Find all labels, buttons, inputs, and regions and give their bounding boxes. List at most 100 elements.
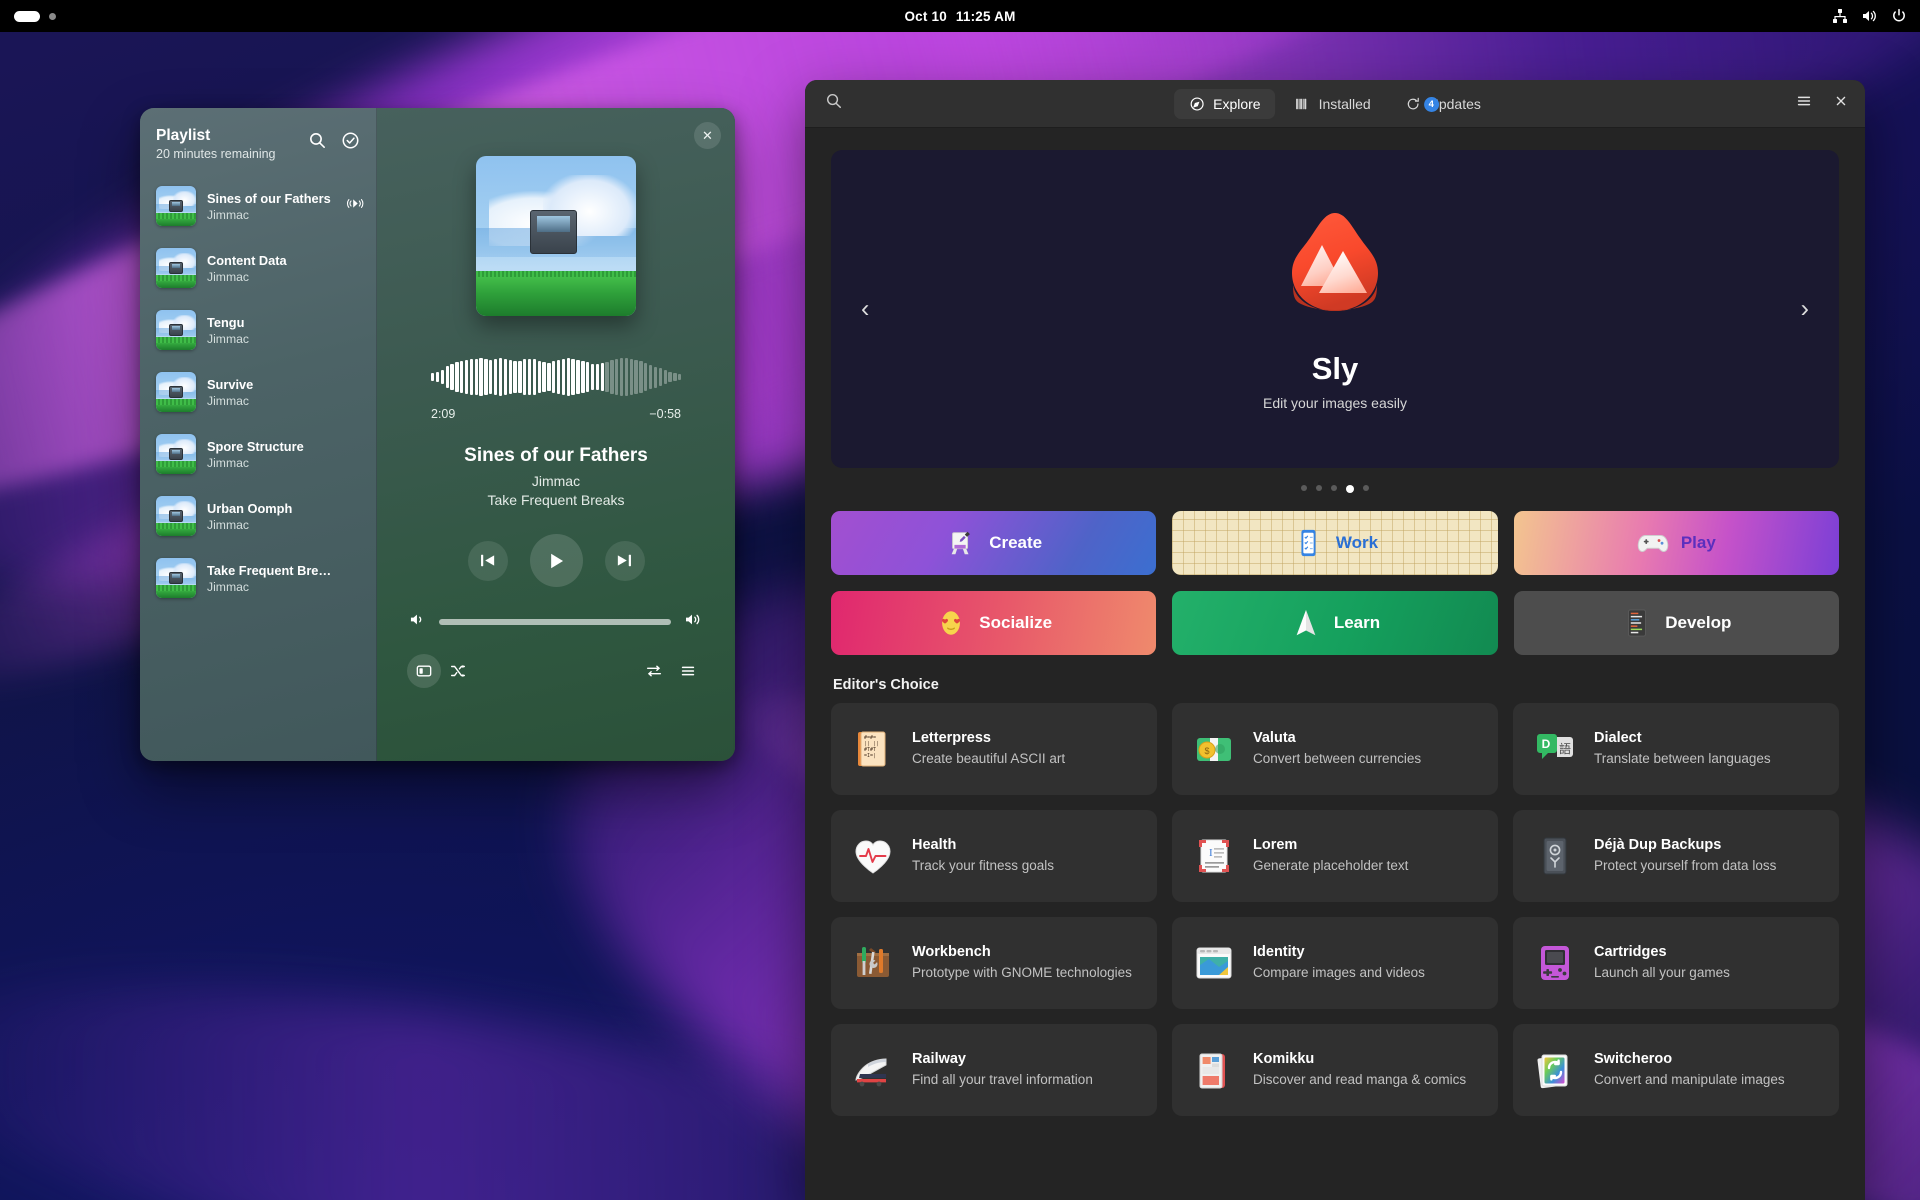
app-card[interactable]: Workbench Prototype with GNOME technologi… — [831, 917, 1157, 1009]
category-learn[interactable]: Learn — [1172, 591, 1498, 655]
track-artist: Jimmac — [207, 331, 249, 346]
system-status-area[interactable] — [1832, 8, 1907, 24]
banner-dot[interactable] — [1316, 485, 1322, 491]
app-description: Generate placeholder text — [1253, 858, 1409, 874]
repeat-button[interactable] — [637, 654, 671, 688]
svg-text:$: $ — [1204, 746, 1209, 756]
workspace-dot-icon[interactable] — [49, 12, 56, 20]
tab-label: Explore — [1213, 95, 1261, 112]
volume-icon[interactable] — [1861, 8, 1878, 24]
banner-dot[interactable] — [1331, 485, 1337, 491]
tab-updates[interactable]: 4 Updates — [1390, 89, 1496, 119]
playlist-track-list[interactable]: Sines of our Fathers Jimmac Content Data Ji… — [140, 175, 376, 609]
banner-pagination-dots[interactable] — [831, 485, 1839, 493]
tab-installed[interactable]: Installed — [1280, 89, 1386, 119]
playlist-item[interactable]: Survive Jimmac — [140, 361, 376, 423]
tab-explore[interactable]: Explore — [1174, 88, 1276, 119]
category-tiles[interactable]: Create Work Play Socialize Learn Develop — [831, 511, 1839, 655]
sidebar-toggle-button[interactable] — [407, 654, 441, 688]
app-card[interactable]: $ Valuta Convert between currencies — [1172, 703, 1498, 795]
category-socialize[interactable]: Socialize — [831, 591, 1157, 655]
app-description: Discover and read manga & comics — [1253, 1072, 1467, 1088]
previous-button[interactable] — [467, 540, 508, 581]
banner-dot[interactable] — [1301, 485, 1307, 491]
app-card[interactable]: 語 D Dialect Translate between languages — [1513, 703, 1839, 795]
banner-dot[interactable] — [1346, 485, 1354, 493]
app-name: Workbench — [912, 944, 991, 961]
app-card[interactable]: Komikku Discover and read manga & comics — [1172, 1024, 1498, 1116]
category-create[interactable]: Create — [831, 511, 1157, 575]
checklist-phone-icon — [1292, 527, 1324, 559]
track-album-art — [156, 372, 196, 413]
app-card[interactable]: Health Track your fitness goals — [831, 810, 1157, 902]
category-work[interactable]: Work — [1172, 511, 1498, 575]
app-name: Déjà Dup Backups — [1594, 837, 1722, 854]
app-card-grid[interactable]: #=#= || || #T#T =I=| Letterpress Create beaut… — [831, 703, 1839, 1116]
banner-prev-arrow[interactable]: ‹ — [861, 295, 869, 324]
queue-list-button[interactable] — [671, 654, 705, 688]
check-circle-icon[interactable] — [341, 131, 360, 150]
app-description: Find all your travel information — [912, 1072, 1093, 1088]
banner-next-arrow[interactable]: › — [1801, 295, 1809, 324]
waveform-bar — [586, 362, 590, 392]
waveform-seekbar[interactable]: 2:09 −0:58 — [431, 356, 682, 421]
playlist-item[interactable]: Content Data Jimmac — [140, 237, 376, 299]
waveform-bar — [537, 360, 541, 394]
search-icon[interactable] — [308, 131, 327, 150]
waveform-bar — [629, 358, 633, 396]
app-name: Cartridges — [1594, 944, 1667, 961]
remaining-time: −0:58 — [649, 407, 681, 421]
banner-dot[interactable] — [1363, 485, 1369, 491]
playlist-item[interactable]: Sines of our Fathers Jimmac — [140, 175, 376, 237]
waveform-bar — [590, 363, 595, 391]
next-button[interactable] — [604, 540, 645, 581]
bookshelf-icon — [1295, 96, 1311, 112]
playlist-item[interactable]: Tengu Jimmac — [140, 299, 376, 361]
play-button[interactable] — [529, 534, 583, 587]
track-artist: Jimmac — [207, 517, 249, 532]
shuffle-button[interactable] — [441, 654, 475, 688]
software-tabs[interactable]: Explore Installed 4 Updates — [1174, 88, 1496, 119]
track-name: Take Frequent Bre… — [207, 562, 332, 578]
waveform-bar — [639, 361, 643, 393]
search-icon[interactable] — [825, 92, 843, 115]
network-icon[interactable] — [1832, 8, 1848, 24]
app-card[interactable]: Déjà Dup Backups Protect yourself from da… — [1513, 810, 1839, 902]
close-window-button[interactable]: ✕ — [694, 122, 721, 149]
clock-time: 11:25 AM — [955, 8, 1016, 24]
app-card[interactable]: #=#= || || #T#T =I=| Letterpress Create beaut… — [831, 703, 1157, 795]
waveform-bar — [624, 357, 629, 397]
app-description: Translate between languages — [1594, 751, 1771, 767]
volume-low-icon[interactable] — [409, 612, 426, 632]
waveform-bar — [668, 371, 672, 383]
app-card[interactable]: Switcheroo Convert and manipulate images — [1513, 1024, 1839, 1116]
clock[interactable]: Oct 10 11:25 AM — [904, 9, 1015, 24]
hamburger-menu-icon[interactable] — [1795, 92, 1813, 115]
power-icon[interactable] — [1891, 8, 1907, 24]
waveform[interactable] — [431, 356, 682, 398]
waveform-bar — [615, 358, 619, 396]
close-icon[interactable] — [1833, 93, 1849, 114]
volume-slider[interactable] — [439, 619, 671, 625]
playlist-item[interactable]: Take Frequent Bre… Jimmac — [140, 547, 376, 609]
app-card[interactable]: Cartridges Launch all your games — [1513, 917, 1839, 1009]
app-card[interactable]: Railway Find all your travel information — [831, 1024, 1157, 1116]
track-album-art — [156, 310, 196, 351]
category-play[interactable]: Play — [1513, 511, 1839, 575]
activities-area[interactable] — [0, 10, 56, 22]
letterpress-icon: #=#= || || #T#T =I=| — [849, 725, 897, 773]
playlist-item[interactable]: Spore Structure Jimmac — [140, 423, 376, 485]
playlist-item[interactable]: Urban Oomph Jimmac — [140, 485, 376, 547]
volume-high-icon[interactable] — [684, 612, 703, 632]
search-button[interactable] — [805, 92, 843, 115]
activities-pill-icon[interactable] — [14, 10, 40, 22]
waveform-bar — [648, 364, 653, 390]
app-card[interactable]: Identity Compare images and videos — [1172, 917, 1498, 1009]
featured-banner[interactable]: ‹ › Sly Edit your images easily — [831, 150, 1839, 468]
playlist-subtitle: 20 minutes remaining — [156, 147, 276, 162]
app-card[interactable]: I Lorem Generate placeholder text — [1172, 810, 1498, 902]
waveform-bar — [644, 363, 648, 391]
waveform-bar — [552, 361, 556, 393]
category-develop[interactable]: Develop — [1513, 591, 1839, 655]
volume-row[interactable] — [409, 612, 703, 632]
